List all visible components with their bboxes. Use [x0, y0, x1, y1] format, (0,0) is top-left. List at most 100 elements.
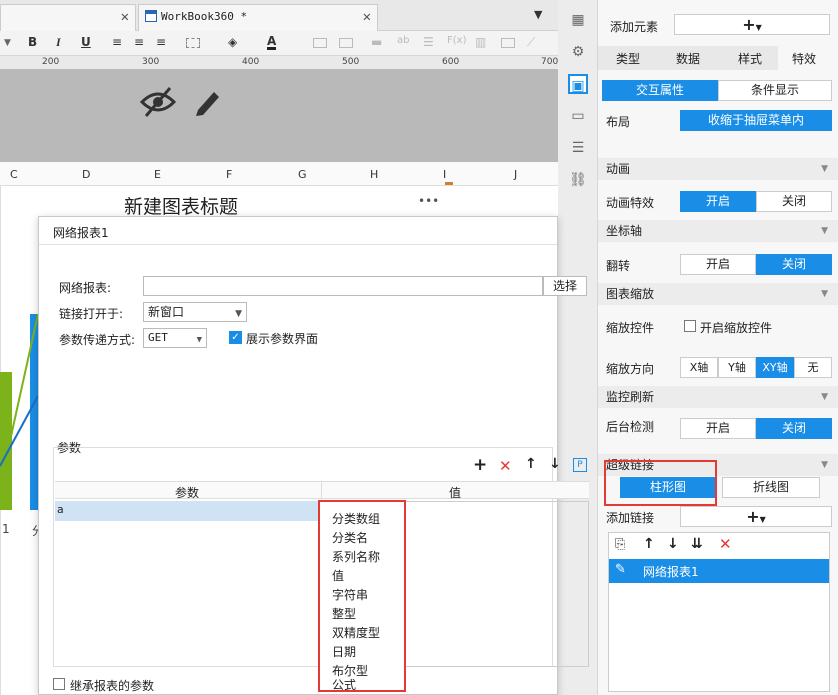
move-up-icon[interactable]: ↑: [525, 456, 537, 472]
close-icon[interactable]: ✕: [121, 5, 129, 29]
chart-title: 新建图表标题: [124, 196, 239, 218]
align-right-icon[interactable]: ≡: [156, 35, 166, 49]
move-down-icon[interactable]: ↓: [549, 456, 561, 472]
hyperlink-tab-line[interactable]: 折线图: [722, 477, 820, 498]
dialog-title: 网络报表1: [53, 226, 109, 240]
backend-off[interactable]: 关闭: [756, 418, 832, 439]
add-link-button[interactable]: +▼: [680, 506, 832, 527]
dropdown-option[interactable]: 值: [332, 567, 344, 584]
link-icon[interactable]: ⛓: [568, 170, 588, 190]
text-ab-button[interactable]: ab: [397, 35, 409, 46]
zoom-dir-xy[interactable]: XY轴: [756, 357, 794, 378]
italic-button[interactable]: I: [56, 35, 61, 50]
move-down-icon[interactable]: ↓: [667, 536, 679, 552]
align-left-icon[interactable]: ≡: [112, 35, 122, 49]
align-center-icon[interactable]: ≡: [134, 35, 144, 49]
cell-icon[interactable]: [313, 38, 327, 48]
method-select-value: GET: [148, 331, 168, 344]
layout-icon[interactable]: ▦: [568, 10, 588, 30]
column-label: I: [443, 168, 447, 181]
border-icon[interactable]: [186, 38, 200, 48]
bold-button[interactable]: B: [28, 35, 37, 49]
zoom-dir-x[interactable]: X轴: [680, 357, 718, 378]
delete-icon[interactable]: ✕: [719, 535, 732, 553]
column-label: D: [82, 168, 91, 181]
tab-style[interactable]: 样式: [738, 50, 762, 67]
section-axis[interactable]: 坐标轴 ▼: [598, 220, 838, 242]
link-item[interactable]: ✎ 网络报表1: [609, 559, 829, 583]
copy-icon[interactable]: ⎘: [615, 537, 625, 552]
tab-effects[interactable]: 特效: [778, 46, 838, 70]
zoom-dir-y[interactable]: Y轴: [718, 357, 756, 378]
grid-icon[interactable]: [339, 38, 353, 48]
delete-icon[interactable]: ✕: [499, 457, 512, 475]
more-icon[interactable]: •••: [418, 194, 439, 208]
chart-line: [0, 313, 39, 487]
hide-icon[interactable]: [140, 86, 176, 118]
add-icon[interactable]: +: [473, 455, 487, 475]
dropdown-option[interactable]: 分类名: [332, 529, 368, 546]
zoom-ctrl-checkbox[interactable]: [684, 320, 696, 332]
section-animation[interactable]: 动画 ▼: [598, 158, 838, 180]
settings-icon[interactable]: ⚙: [568, 42, 588, 62]
tab-menu-icon[interactable]: ▼: [534, 8, 542, 21]
move-up-icon[interactable]: ↑: [643, 536, 655, 552]
flip-on[interactable]: 开启: [680, 254, 756, 275]
list-icon[interactable]: ☰: [423, 35, 434, 49]
draw-icon[interactable]: ⟋: [527, 35, 535, 50]
move-bottom-icon[interactable]: ⇊: [691, 536, 703, 552]
chart-icon[interactable]: ▥: [475, 35, 486, 49]
open-select[interactable]: 新窗口 ▼: [143, 302, 247, 322]
link-icon[interactable]: ▬: [371, 35, 382, 49]
close-icon[interactable]: ✕: [363, 5, 371, 29]
dropdown-option[interactable]: 日期: [332, 643, 356, 660]
flip-off[interactable]: 关闭: [756, 254, 832, 275]
tab-data[interactable]: 数据: [676, 50, 700, 67]
image-icon[interactable]: [501, 38, 515, 48]
chevron-down-icon: ▼: [821, 289, 828, 299]
section-title: 监控刷新: [606, 390, 655, 404]
list-icon[interactable]: ☰: [568, 138, 588, 158]
dropdown-option[interactable]: 系列名称: [332, 548, 380, 565]
backend-on[interactable]: 开启: [680, 418, 756, 439]
section-zoom[interactable]: 图表缩放 ▼: [598, 283, 838, 305]
subtab-condition[interactable]: 条件显示: [718, 80, 832, 101]
edit-icon[interactable]: [192, 86, 224, 118]
param-p-icon[interactable]: P: [573, 458, 587, 472]
tab-type[interactable]: 类型: [616, 50, 640, 67]
add-element-button[interactable]: +▼: [674, 14, 830, 35]
method-select[interactable]: GET ▼: [143, 328, 207, 348]
dropdown-option[interactable]: 公式: [332, 678, 356, 690]
widget-icon[interactable]: ▣: [568, 74, 588, 94]
edit-icon[interactable]: ✎: [615, 562, 626, 577]
layout-select[interactable]: 收缩于抽屉菜单内: [680, 110, 832, 131]
dropdown-option[interactable]: 整型: [332, 605, 356, 622]
formula-button[interactable]: F(x): [447, 35, 466, 46]
form-icon[interactable]: ▭: [568, 106, 588, 126]
params-row[interactable]: a: [55, 501, 321, 521]
dropdown-option[interactable]: 分类数组: [332, 510, 380, 527]
underline-button[interactable]: U: [81, 35, 91, 49]
dropdown-option[interactable]: 双精度型: [332, 624, 380, 641]
dropdown-option[interactable]: 布尔型: [332, 662, 368, 679]
chevron-down-icon[interactable]: ▼: [4, 38, 11, 48]
dropdown-option[interactable]: 字符串: [332, 586, 368, 603]
chevron-down-icon: ▼: [235, 309, 242, 319]
fill-color-icon[interactable]: ◈: [228, 35, 237, 49]
font-color-button[interactable]: A: [267, 35, 277, 50]
panel-tabs: 类型 数据 样式 特效: [598, 46, 838, 70]
show-params-checkbox[interactable]: ✓: [229, 331, 242, 344]
select-button[interactable]: 选择: [543, 276, 587, 296]
tab-workbook[interactable]: WorkBook360 * ✕: [138, 4, 378, 31]
animation-off[interactable]: 关闭: [756, 191, 832, 212]
inherit-checkbox[interactable]: [53, 678, 65, 690]
subtab-interaction[interactable]: 交互属性: [602, 80, 718, 101]
link-list: ⎘ ↑ ↓ ⇊ ✕ ✎ 网络报表1: [608, 532, 830, 692]
zoom-dir-none[interactable]: 无: [794, 357, 832, 378]
column-label: G: [298, 168, 307, 181]
section-monitor[interactable]: 监控刷新 ▼: [598, 386, 838, 408]
inherit-label: 继承报表的参数: [70, 679, 155, 693]
url-input[interactable]: [143, 276, 543, 296]
animation-on[interactable]: 开启: [680, 191, 756, 212]
tab-previous[interactable]: ✕: [0, 4, 136, 31]
